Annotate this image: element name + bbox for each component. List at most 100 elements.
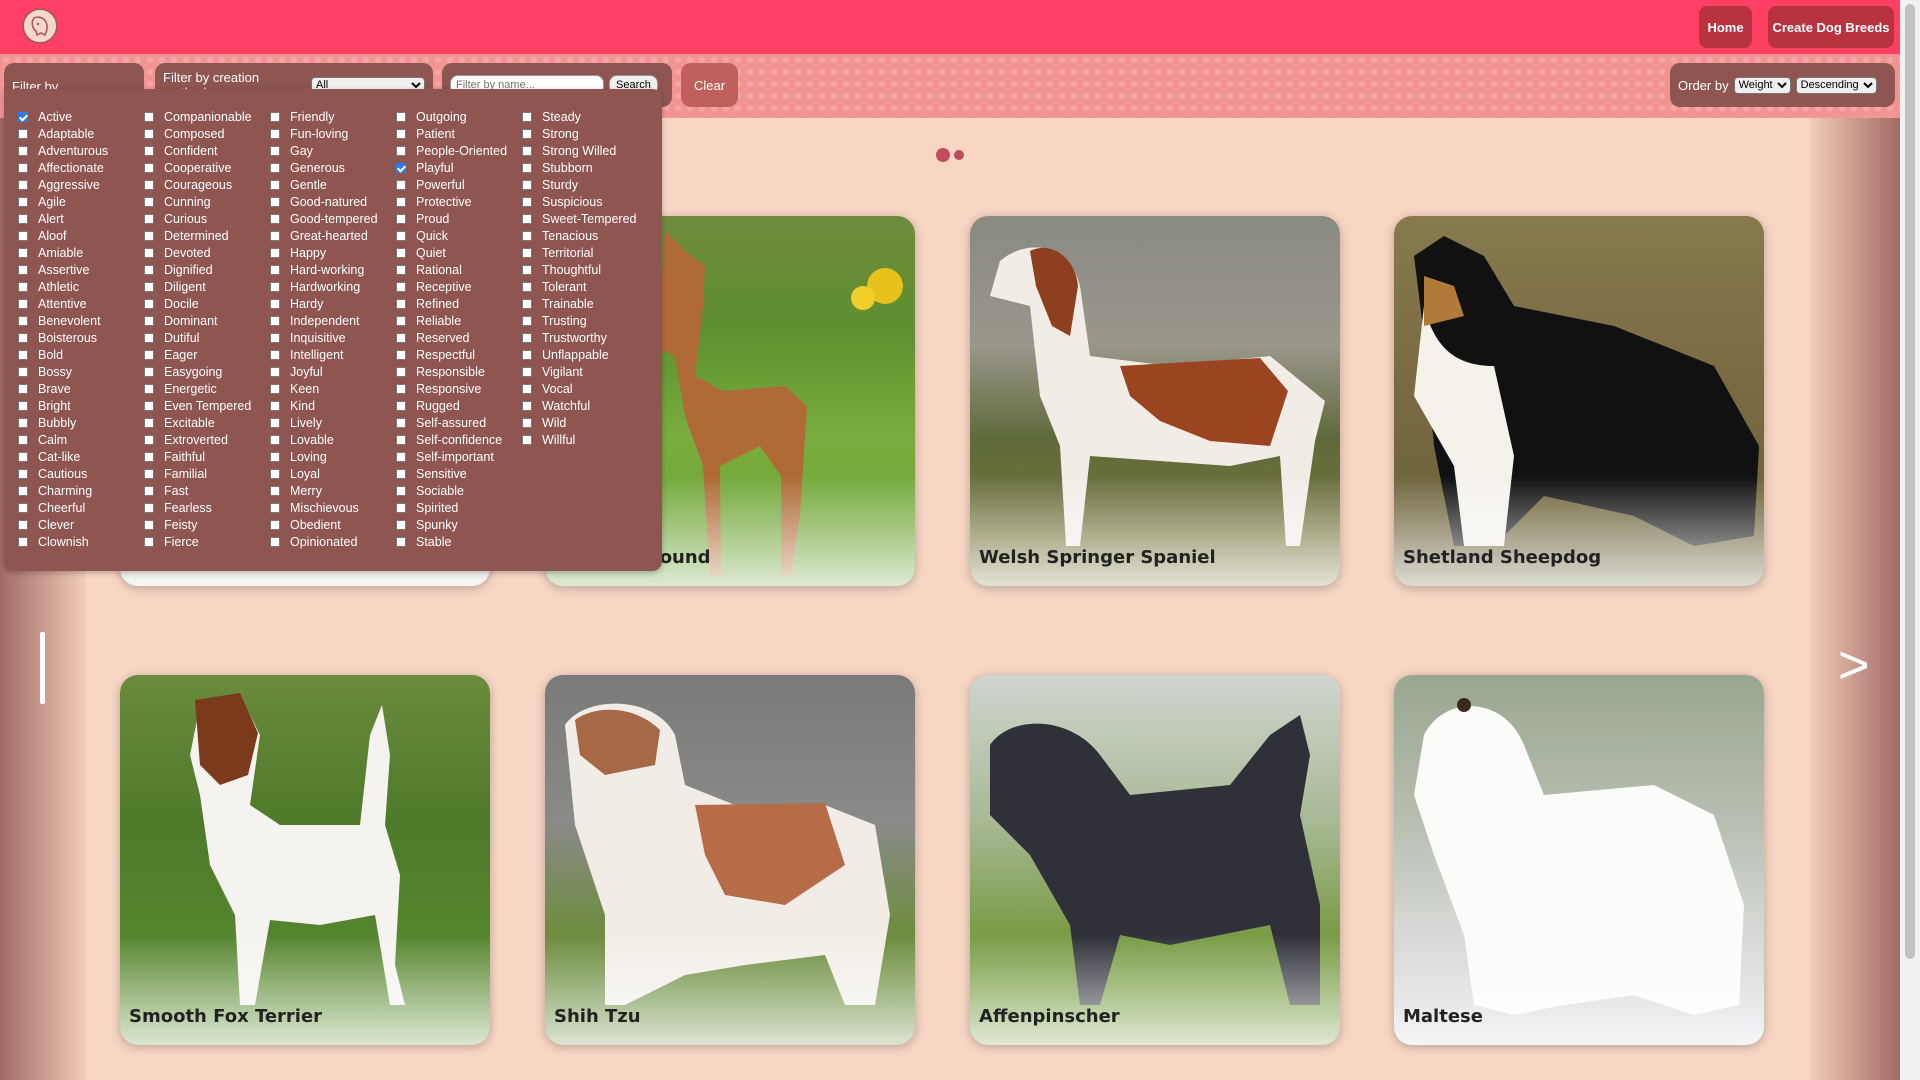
breed-card[interactable]: Shih Tzu: [545, 675, 915, 1045]
order-by-select[interactable]: Weight: [1733, 76, 1791, 94]
temperament-checkbox[interactable]: [144, 281, 154, 292]
temperament-checkbox[interactable]: [18, 417, 28, 428]
temperament-option[interactable]: Bright: [18, 397, 144, 414]
temperament-checkbox[interactable]: [270, 247, 280, 258]
temperament-checkbox[interactable]: [144, 366, 154, 377]
temperament-checkbox[interactable]: [18, 400, 28, 411]
temperament-option[interactable]: Sociable: [396, 482, 522, 499]
temperament-checkbox[interactable]: [18, 519, 28, 530]
temperament-option[interactable]: Suspicious: [522, 193, 648, 210]
temperament-option[interactable]: Merry: [270, 482, 396, 499]
temperament-option[interactable]: Boisterous: [18, 329, 144, 346]
temperament-checkbox[interactable]: [270, 502, 280, 513]
home-button[interactable]: Home: [1699, 6, 1752, 48]
temperament-checkbox[interactable]: [18, 485, 28, 496]
temperament-option[interactable]: Thoughtful: [522, 261, 648, 278]
temperament-option[interactable]: Outgoing: [396, 108, 522, 125]
temperament-checkbox[interactable]: [522, 128, 532, 139]
temperament-checkbox[interactable]: [396, 111, 406, 122]
temperament-option[interactable]: Hard-working: [270, 261, 396, 278]
scrollbar-thumb[interactable]: [1905, 4, 1915, 959]
temperament-option[interactable]: Territorial: [522, 244, 648, 261]
temperament-checkbox[interactable]: [18, 111, 28, 122]
temperament-checkbox[interactable]: [144, 383, 154, 394]
temperament-option[interactable]: Even Tempered: [144, 397, 270, 414]
temperament-checkbox[interactable]: [18, 281, 28, 292]
temperament-checkbox[interactable]: [522, 111, 532, 122]
temperament-checkbox[interactable]: [396, 366, 406, 377]
temperament-option[interactable]: Tenacious: [522, 227, 648, 244]
previous-arrow-icon[interactable]: [40, 632, 45, 704]
temperament-option[interactable]: Reliable: [396, 312, 522, 329]
temperament-checkbox[interactable]: [270, 417, 280, 428]
temperament-option[interactable]: Sensitive: [396, 465, 522, 482]
temperament-option[interactable]: Athletic: [18, 278, 144, 295]
page-scrollbar[interactable]: [1900, 0, 1920, 1080]
temperament-checkbox[interactable]: [396, 179, 406, 190]
temperament-option[interactable]: Courageous: [144, 176, 270, 193]
temperament-checkbox[interactable]: [270, 213, 280, 224]
temperament-checkbox[interactable]: [144, 451, 154, 462]
temperament-option[interactable]: Docile: [144, 295, 270, 312]
temperament-option[interactable]: Energetic: [144, 380, 270, 397]
temperament-option[interactable]: Willful: [522, 431, 648, 448]
temperament-option[interactable]: Eager: [144, 346, 270, 363]
temperament-checkbox[interactable]: [270, 179, 280, 190]
temperament-option[interactable]: Watchful: [522, 397, 648, 414]
temperament-option[interactable]: Reserved: [396, 329, 522, 346]
temperament-option[interactable]: Adaptable: [18, 125, 144, 142]
temperament-checkbox[interactable]: [522, 281, 532, 292]
temperament-option[interactable]: Trusting: [522, 312, 648, 329]
temperament-checkbox[interactable]: [396, 536, 406, 547]
temperament-option[interactable]: Good-tempered: [270, 210, 396, 227]
breed-card[interactable]: Shetland Sheepdog: [1394, 216, 1764, 586]
temperament-option[interactable]: Friendly: [270, 108, 396, 125]
temperament-option[interactable]: Cunning: [144, 193, 270, 210]
temperament-checkbox[interactable]: [18, 247, 28, 258]
temperament-checkbox[interactable]: [396, 281, 406, 292]
temperament-option[interactable]: Strong Willed: [522, 142, 648, 159]
temperament-option[interactable]: Stubborn: [522, 159, 648, 176]
temperament-option[interactable]: Fearless: [144, 499, 270, 516]
temperament-option[interactable]: Hardy: [270, 295, 396, 312]
temperament-checkbox[interactable]: [144, 417, 154, 428]
temperament-checkbox[interactable]: [396, 247, 406, 258]
temperament-checkbox[interactable]: [144, 196, 154, 207]
temperament-checkbox[interactable]: [396, 417, 406, 428]
temperament-checkbox[interactable]: [270, 485, 280, 496]
temperament-option[interactable]: Mischievous: [270, 499, 396, 516]
temperament-checkbox[interactable]: [18, 451, 28, 462]
temperament-option[interactable]: Quiet: [396, 244, 522, 261]
temperament-option[interactable]: Vocal: [522, 380, 648, 397]
temperament-option[interactable]: Good-natured: [270, 193, 396, 210]
temperament-checkbox[interactable]: [144, 128, 154, 139]
temperament-option[interactable]: Happy: [270, 244, 396, 261]
temperament-checkbox[interactable]: [270, 434, 280, 445]
temperament-option[interactable]: Stable: [396, 533, 522, 550]
temperament-checkbox[interactable]: [270, 128, 280, 139]
temperament-checkbox[interactable]: [396, 451, 406, 462]
temperament-option[interactable]: Curious: [144, 210, 270, 227]
temperament-checkbox[interactable]: [396, 485, 406, 496]
temperament-option[interactable]: Refined: [396, 295, 522, 312]
temperament-checkbox[interactable]: [18, 179, 28, 190]
temperament-option[interactable]: Trainable: [522, 295, 648, 312]
temperament-option[interactable]: Easygoing: [144, 363, 270, 380]
temperament-checkbox[interactable]: [270, 230, 280, 241]
temperament-option[interactable]: Kind: [270, 397, 396, 414]
temperament-option[interactable]: Keen: [270, 380, 396, 397]
pagination-dot-active[interactable]: [936, 148, 950, 162]
temperament-option[interactable]: Opinionated: [270, 533, 396, 550]
temperament-option[interactable]: Unflappable: [522, 346, 648, 363]
temperament-checkbox[interactable]: [18, 366, 28, 377]
temperament-option[interactable]: People-Oriented: [396, 142, 522, 159]
temperament-option[interactable]: Proud: [396, 210, 522, 227]
temperament-option[interactable]: Strong: [522, 125, 648, 142]
temperament-option[interactable]: Fierce: [144, 533, 270, 550]
temperament-checkbox[interactable]: [18, 196, 28, 207]
temperament-checkbox[interactable]: [144, 179, 154, 190]
temperament-checkbox[interactable]: [270, 111, 280, 122]
temperament-checkbox[interactable]: [144, 468, 154, 479]
temperament-checkbox[interactable]: [18, 349, 28, 360]
temperament-checkbox[interactable]: [522, 400, 532, 411]
